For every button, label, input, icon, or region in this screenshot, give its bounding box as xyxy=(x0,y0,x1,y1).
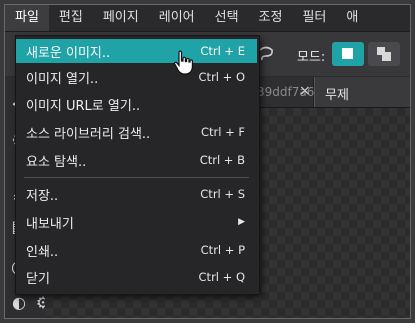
menu-item-export[interactable]: 내보내기 ▶ xyxy=(16,210,257,234)
menu-file[interactable]: 파일 xyxy=(5,5,49,31)
menu-item-label: 저장.. xyxy=(26,188,59,204)
menu-edit[interactable]: 편집 xyxy=(49,5,93,31)
menu-item-print[interactable]: 인쇄.. Ctrl + P xyxy=(16,238,257,262)
menu-page[interactable]: 페이지 xyxy=(93,5,149,31)
shortcut-label: Ctrl + E xyxy=(200,44,245,58)
menu-item-new-image[interactable]: 새로운 이미지.. Ctrl + E xyxy=(16,39,257,63)
menu-item-label: 이미지 URL로 열기.. xyxy=(26,98,141,114)
menu-item-save[interactable]: 저장.. Ctrl + S xyxy=(16,182,257,206)
mode-label: 모드: xyxy=(297,50,326,65)
menu-item-label: 소스 라이브러리 검색.. xyxy=(26,126,151,142)
menu-item-label: 닫기 xyxy=(26,271,50,287)
menu-item-close[interactable]: 닫기 Ctrl + Q xyxy=(16,265,257,289)
menu-select[interactable]: 선택 xyxy=(205,5,249,31)
hand-cursor-icon xyxy=(171,49,197,77)
dodge-tool-icon[interactable]: ◐ xyxy=(9,293,29,313)
menu-item-browse-elements[interactable]: 요소 탐색.. Ctrl + B xyxy=(16,148,257,172)
menu-more[interactable]: 애 xyxy=(336,5,368,31)
shortcut-label: Ctrl + S xyxy=(200,187,245,201)
menu-layer[interactable]: 레이어 xyxy=(149,5,205,31)
tab-untitled[interactable]: 무제 xyxy=(314,77,410,107)
square-icon xyxy=(382,52,391,61)
menu-filter[interactable]: 필터 xyxy=(292,5,336,31)
menu-bar: 파일 편집 페이지 레이어 선택 조정 필터 애 xyxy=(5,5,410,32)
chevron-right-icon: ▶ xyxy=(238,217,245,227)
shortcut-label: Ctrl + P xyxy=(200,243,245,257)
shortcut-label: Ctrl + B xyxy=(199,153,245,167)
menu-item-open-image[interactable]: 이미지 열기.. Ctrl + O xyxy=(16,65,257,89)
mode-normal-button[interactable] xyxy=(332,42,364,66)
file-menu-dropdown: 새로운 이미지.. Ctrl + E 이미지 열기.. Ctrl + O 이미지… xyxy=(15,35,260,295)
app-window: 파일 편집 페이지 레이어 선택 조정 필터 애 모드: 39ddf7a6_19… xyxy=(4,4,411,319)
menu-item-label: 요소 탐색.. xyxy=(26,154,87,170)
tab-label: 무제 xyxy=(325,88,349,103)
menu-item-open-url[interactable]: 이미지 URL로 열기.. xyxy=(16,92,257,116)
shortcut-label: Ctrl + Q xyxy=(198,270,245,284)
menu-item-label: 새로운 이미지.. xyxy=(26,45,111,61)
menu-separator xyxy=(24,177,249,178)
menu-adjust[interactable]: 조정 xyxy=(249,5,293,31)
shortcut-label: Ctrl + O xyxy=(198,70,245,84)
menu-item-label: 이미지 열기.. xyxy=(26,71,99,87)
shortcut-label: Ctrl + F xyxy=(200,125,245,139)
menu-item-label: 내보내기 xyxy=(26,216,74,232)
mode-combine-button[interactable] xyxy=(368,42,400,66)
menu-item-label: 인쇄.. xyxy=(26,244,59,260)
menu-item-search-library[interactable]: 소스 라이브러리 검색.. Ctrl + F xyxy=(16,120,257,144)
close-icon[interactable]: × xyxy=(299,83,311,99)
